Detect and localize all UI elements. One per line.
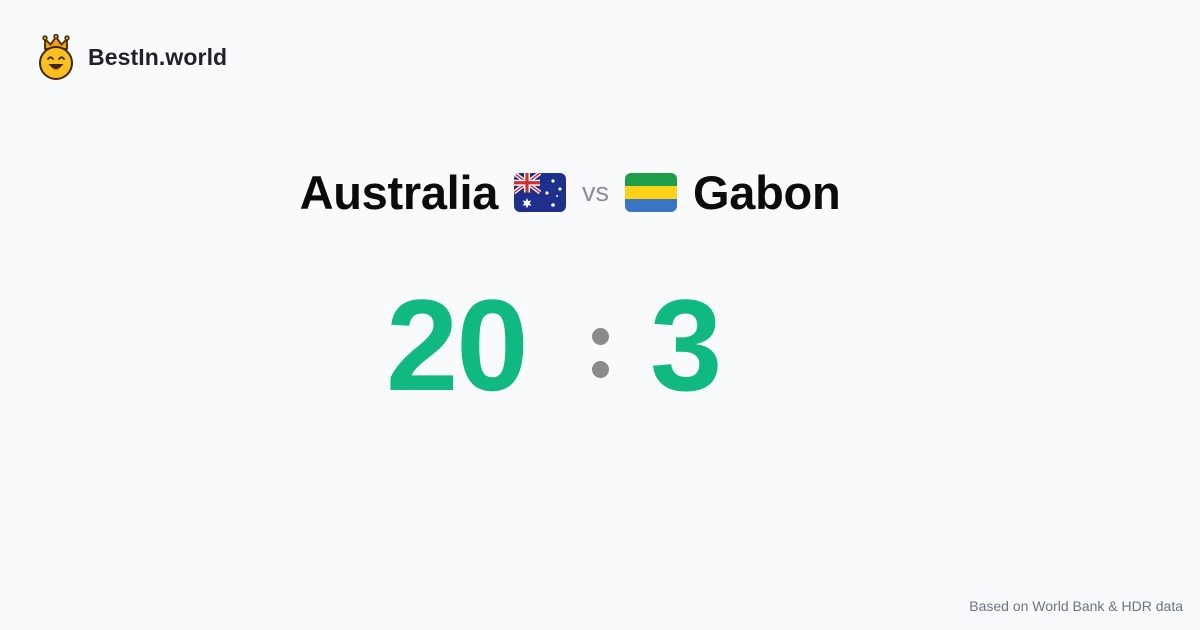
score-separator-bottom-dot (592, 361, 609, 378)
crowned-smiley-icon (39, 34, 73, 80)
country-matchup: Australia vs Gabon (0, 160, 1140, 224)
right-country-name[interactable]: Gabon (693, 165, 841, 220)
score-separator-top-dot (592, 328, 609, 345)
gabon-flag-icon (625, 172, 678, 212)
right-score: 3 (650, 272, 723, 418)
left-country-name[interactable]: Australia (300, 165, 499, 220)
score-display: 20 3 (0, 280, 1200, 410)
brand-name: BestIn.world (88, 43, 228, 70)
brand[interactable]: BestIn.world (38, 34, 227, 80)
australia-flag-icon (514, 172, 567, 212)
left-score: 20 (386, 272, 529, 418)
vs-label: vs (582, 176, 610, 207)
data-source-note: Based on World Bank & HDR data (969, 598, 1183, 614)
